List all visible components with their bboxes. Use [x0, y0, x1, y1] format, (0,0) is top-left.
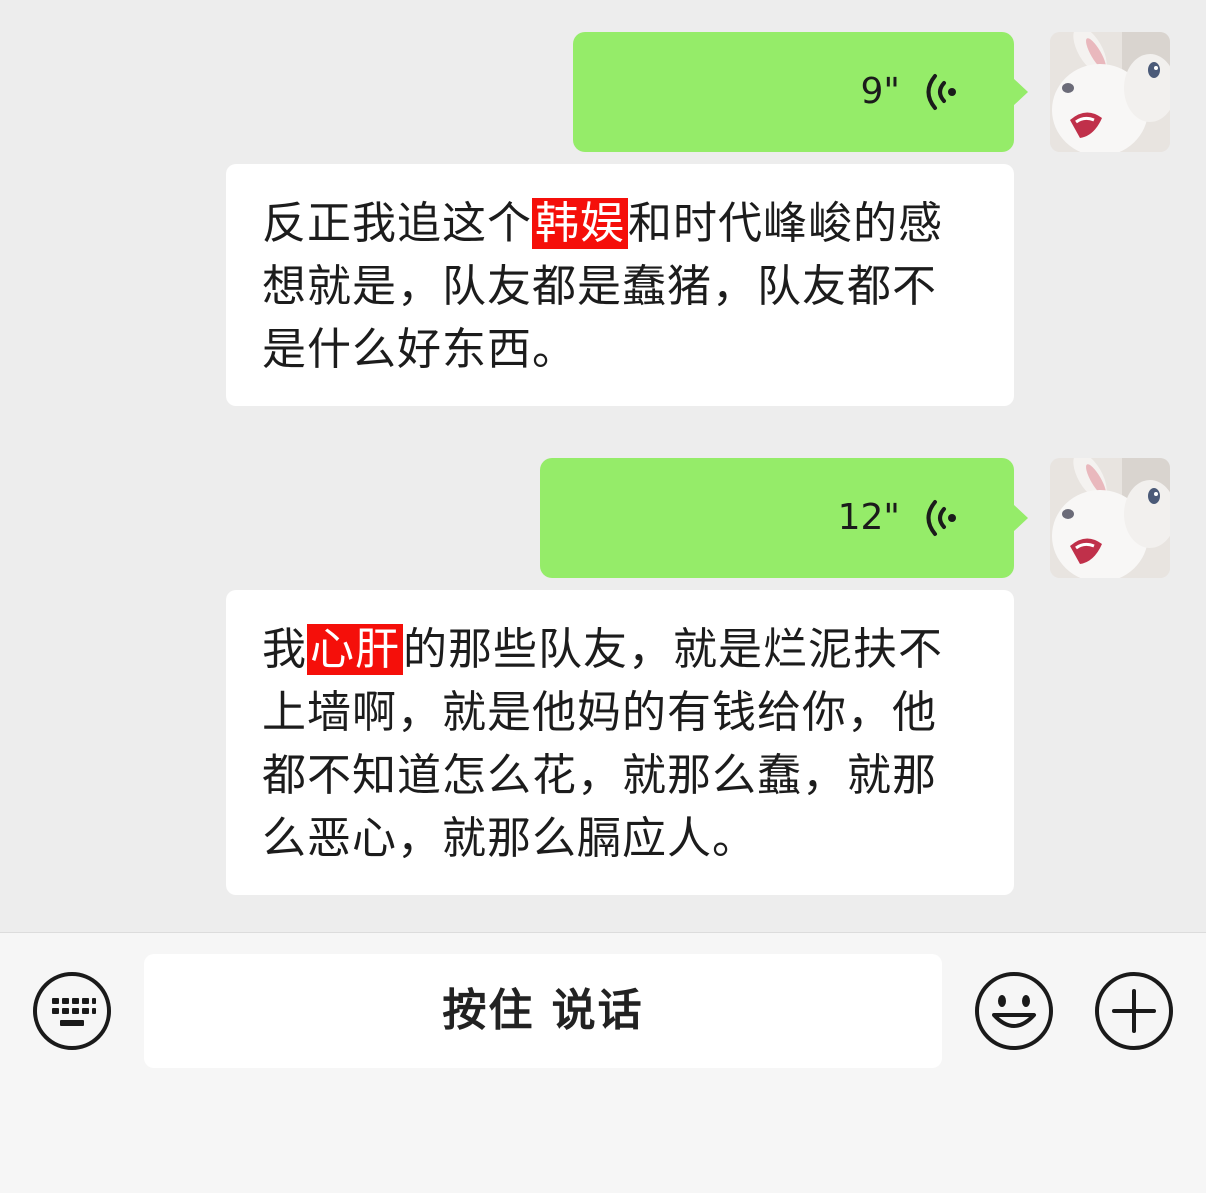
- highlighted-word: 心肝: [307, 624, 403, 675]
- voice-wave-icon: [926, 74, 956, 110]
- user-avatar[interactable]: [1050, 458, 1170, 578]
- chat-area: 9" 反正我追这个韩娱和时代峰峻的感想就是，队友都是蠢猪，队友都不是什么好东西。: [0, 0, 1206, 932]
- voice-transcript-bubble[interactable]: 我心肝的那些队友，就是烂泥扶不上墙啊，就是他妈的有钱给你，他都不知道怎么花，就那…: [226, 590, 1014, 895]
- voice-message-bubble[interactable]: 12": [540, 458, 1028, 578]
- add-icon[interactable]: [1094, 971, 1174, 1051]
- hold-to-talk-button[interactable]: 按住 说话: [144, 954, 942, 1068]
- input-bar: 按住 说话: [0, 932, 1206, 1193]
- transcript-text: 我: [262, 624, 307, 675]
- bunny-avatar-image: [1050, 458, 1170, 578]
- highlighted-word: 韩娱: [532, 198, 628, 249]
- bunny-avatar-image: [1050, 32, 1170, 152]
- transcript-text: 反正我追这个: [262, 198, 532, 249]
- voice-message-bubble[interactable]: 9": [573, 32, 1028, 152]
- voice-wave-icon: [926, 500, 956, 536]
- keyboard-icon[interactable]: [32, 971, 112, 1051]
- voice-transcript-bubble[interactable]: 反正我追这个韩娱和时代峰峻的感想就是，队友都是蠢猪，队友都不是什么好东西。: [226, 164, 1014, 406]
- emoji-icon[interactable]: [974, 971, 1054, 1051]
- user-avatar[interactable]: [1050, 32, 1170, 152]
- voice-duration: 9": [860, 71, 900, 112]
- voice-duration: 12": [837, 497, 900, 538]
